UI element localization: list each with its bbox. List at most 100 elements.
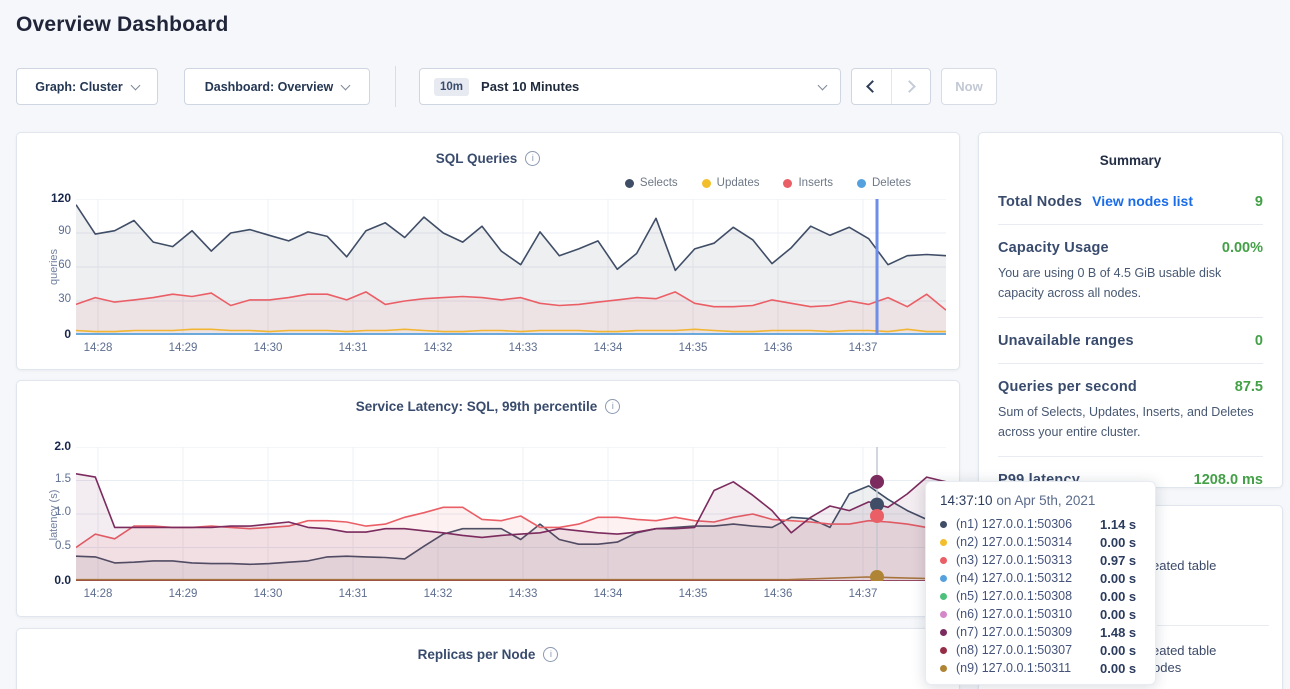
prev-interval-button[interactable] (852, 69, 891, 104)
x-axis-tick: 14:37 (843, 342, 883, 354)
chart-title: SQL Queries (436, 151, 518, 166)
time-range-selector[interactable]: 10m Past 10 Minutes (419, 68, 841, 105)
dashboard-dropdown[interactable]: Dashboard: Overview (184, 68, 370, 105)
chevron-left-icon (866, 80, 879, 93)
view-nodes-link[interactable]: View nodes list (1092, 193, 1193, 209)
x-axis-tick: 14:31 (333, 342, 373, 354)
y-axis-tick: 30 (31, 293, 71, 305)
node-color-dot (940, 629, 947, 636)
x-axis-tick: 14:34 (588, 588, 628, 600)
summary-rows: Total NodesView nodes list9Capacity Usag… (979, 168, 1282, 502)
tooltip-row: (n2) 127.0.0.1:50314 0.00 s (940, 533, 1141, 551)
dashboard-dropdown-label: Dashboard: Overview (205, 80, 334, 94)
node-color-dot (940, 611, 947, 618)
tooltip-node-address: (n5) 127.0.0.1:50308 (956, 589, 1094, 603)
node-color-dot (940, 521, 947, 528)
info-icon[interactable]: i (605, 399, 620, 414)
legend-item[interactable]: Selects (625, 177, 678, 189)
chart-canvas[interactable] (76, 447, 946, 581)
page-title: Overview Dashboard (16, 13, 229, 37)
legend-item[interactable]: Updates (702, 177, 760, 189)
node-color-dot (940, 593, 947, 600)
tooltip-node-address: (n3) 127.0.0.1:50313 (956, 553, 1094, 567)
chart-hover-tooltip: 14:37:10 on Apr 5th, 2021 (n1) 127.0.0.1… (925, 481, 1156, 685)
legend-item[interactable]: Inserts (783, 177, 833, 189)
summary-label: Unavailable ranges (998, 333, 1134, 349)
x-axis-tick: 14:37 (843, 588, 883, 600)
tooltip-row: (n7) 127.0.0.1:503091.48 s (940, 623, 1141, 641)
legend-label: Inserts (798, 177, 833, 189)
y-axis-tick: 0.5 (31, 540, 71, 552)
summary-value: 0 (1255, 333, 1263, 349)
node-color-dot (940, 575, 947, 582)
tooltip-row: (n3) 127.0.0.1:50313 0.97 s (940, 551, 1141, 569)
tooltip-node-value: 0.00 s (1100, 643, 1136, 658)
tooltip-node-value: 0.00 s (1100, 589, 1136, 604)
tooltip-date: on Apr 5th, 2021 (993, 493, 1096, 508)
chevron-down-icon (341, 80, 351, 90)
tooltip-row: (n4) 127.0.0.1:503120.00 s (940, 569, 1141, 587)
tooltip-node-address: (n4) 127.0.0.1:50312 (956, 571, 1094, 585)
sql-queries-plot[interactable] (76, 199, 946, 340)
summary-row: Total NodesView nodes list9 (998, 178, 1263, 224)
tooltip-node-value: 0.97 s (1100, 553, 1136, 568)
now-button[interactable]: Now (941, 68, 997, 105)
summary-row: Unavailable ranges 0 (998, 317, 1263, 363)
tooltip-header: 14:37:10 on Apr 5th, 2021 (940, 493, 1141, 508)
tooltip-node-value: 0.00 s (1100, 607, 1136, 622)
chart-canvas[interactable] (76, 199, 946, 335)
legend-label: Selects (640, 177, 678, 189)
x-axis-tick: 14:33 (503, 588, 543, 600)
tooltip-row: (n5) 127.0.0.1:50308 0.00 s (940, 587, 1141, 605)
x-axis-tick: 14:34 (588, 342, 628, 354)
node-color-dot (940, 665, 947, 672)
y-axis-tick: 0.0 (31, 573, 71, 587)
chart-title: Replicas per Node (418, 647, 536, 662)
time-step-buttons (851, 68, 931, 105)
sql-queries-chart-card: SQL Queries i Selects Updates Inserts Delet… (16, 132, 960, 370)
tooltip-time: 14:37:10 (940, 493, 993, 508)
time-range-badge: 10m (434, 78, 469, 96)
summary-value: 0.00% (1222, 240, 1263, 256)
y-axis-tick: 2.0 (31, 439, 71, 453)
service-latency-chart-card: Service Latency: SQL, 99th percentile i … (16, 380, 960, 617)
info-icon[interactable]: i (543, 647, 558, 662)
tooltip-node-value: 0.00 s (1100, 535, 1136, 550)
x-axis-tick: 14:32 (418, 588, 458, 600)
event-text-fragment: eated table (1152, 558, 1216, 573)
x-axis-tick: 14:36 (758, 342, 798, 354)
chart-title: Service Latency: SQL, 99th percentile (356, 399, 598, 414)
x-axis-tick: 14:35 (673, 342, 713, 354)
next-interval-button[interactable] (891, 69, 931, 104)
tooltip-rows: (n1) 127.0.0.1:503061.14 s(n2) 127.0.0.1… (940, 515, 1141, 677)
legend-label: Updates (717, 177, 760, 189)
graph-dropdown[interactable]: Graph: Cluster (16, 68, 158, 105)
node-color-dot (940, 647, 947, 654)
x-axis-tick: 14:28 (78, 588, 118, 600)
node-color-dot (940, 539, 947, 546)
y-axis-tick: 60 (31, 259, 71, 271)
latency-plot[interactable] (76, 447, 946, 586)
toolbar-divider (395, 66, 396, 107)
tooltip-node-address: (n6) 127.0.0.1:50310 (956, 607, 1094, 621)
summary-label: Total Nodes (998, 194, 1082, 210)
event-text-fragment: eated table (1152, 643, 1216, 658)
tooltip-row: (n8) 127.0.0.1:503070.00 s (940, 641, 1141, 659)
tooltip-node-address: (n1) 127.0.0.1:50306 (956, 517, 1094, 531)
tooltip-node-address: (n7) 127.0.0.1:50309 (956, 625, 1094, 639)
tooltip-row: (n6) 127.0.0.1:50310 0.00 s (940, 605, 1141, 623)
x-axis-tick: 14:32 (418, 342, 458, 354)
x-axis-tick: 14:29 (163, 588, 203, 600)
y-axis-tick: 0 (31, 327, 71, 341)
tooltip-node-value: 1.14 s (1100, 517, 1136, 532)
page: Overview Dashboard Graph: Cluster Dashbo… (0, 0, 1290, 689)
chevron-down-icon (130, 80, 140, 90)
tooltip-node-address: (n2) 127.0.0.1:50314 (956, 535, 1094, 549)
summary-label: Queries per second (998, 379, 1137, 395)
legend-dot (625, 179, 634, 188)
chart-legend: Selects Updates Inserts Deletes (625, 177, 911, 189)
chevron-right-icon (903, 80, 916, 93)
legend-item[interactable]: Deletes (857, 177, 911, 189)
tooltip-row: (n9) 127.0.0.1:503110.00 s (940, 659, 1141, 677)
info-icon[interactable]: i (525, 151, 540, 166)
